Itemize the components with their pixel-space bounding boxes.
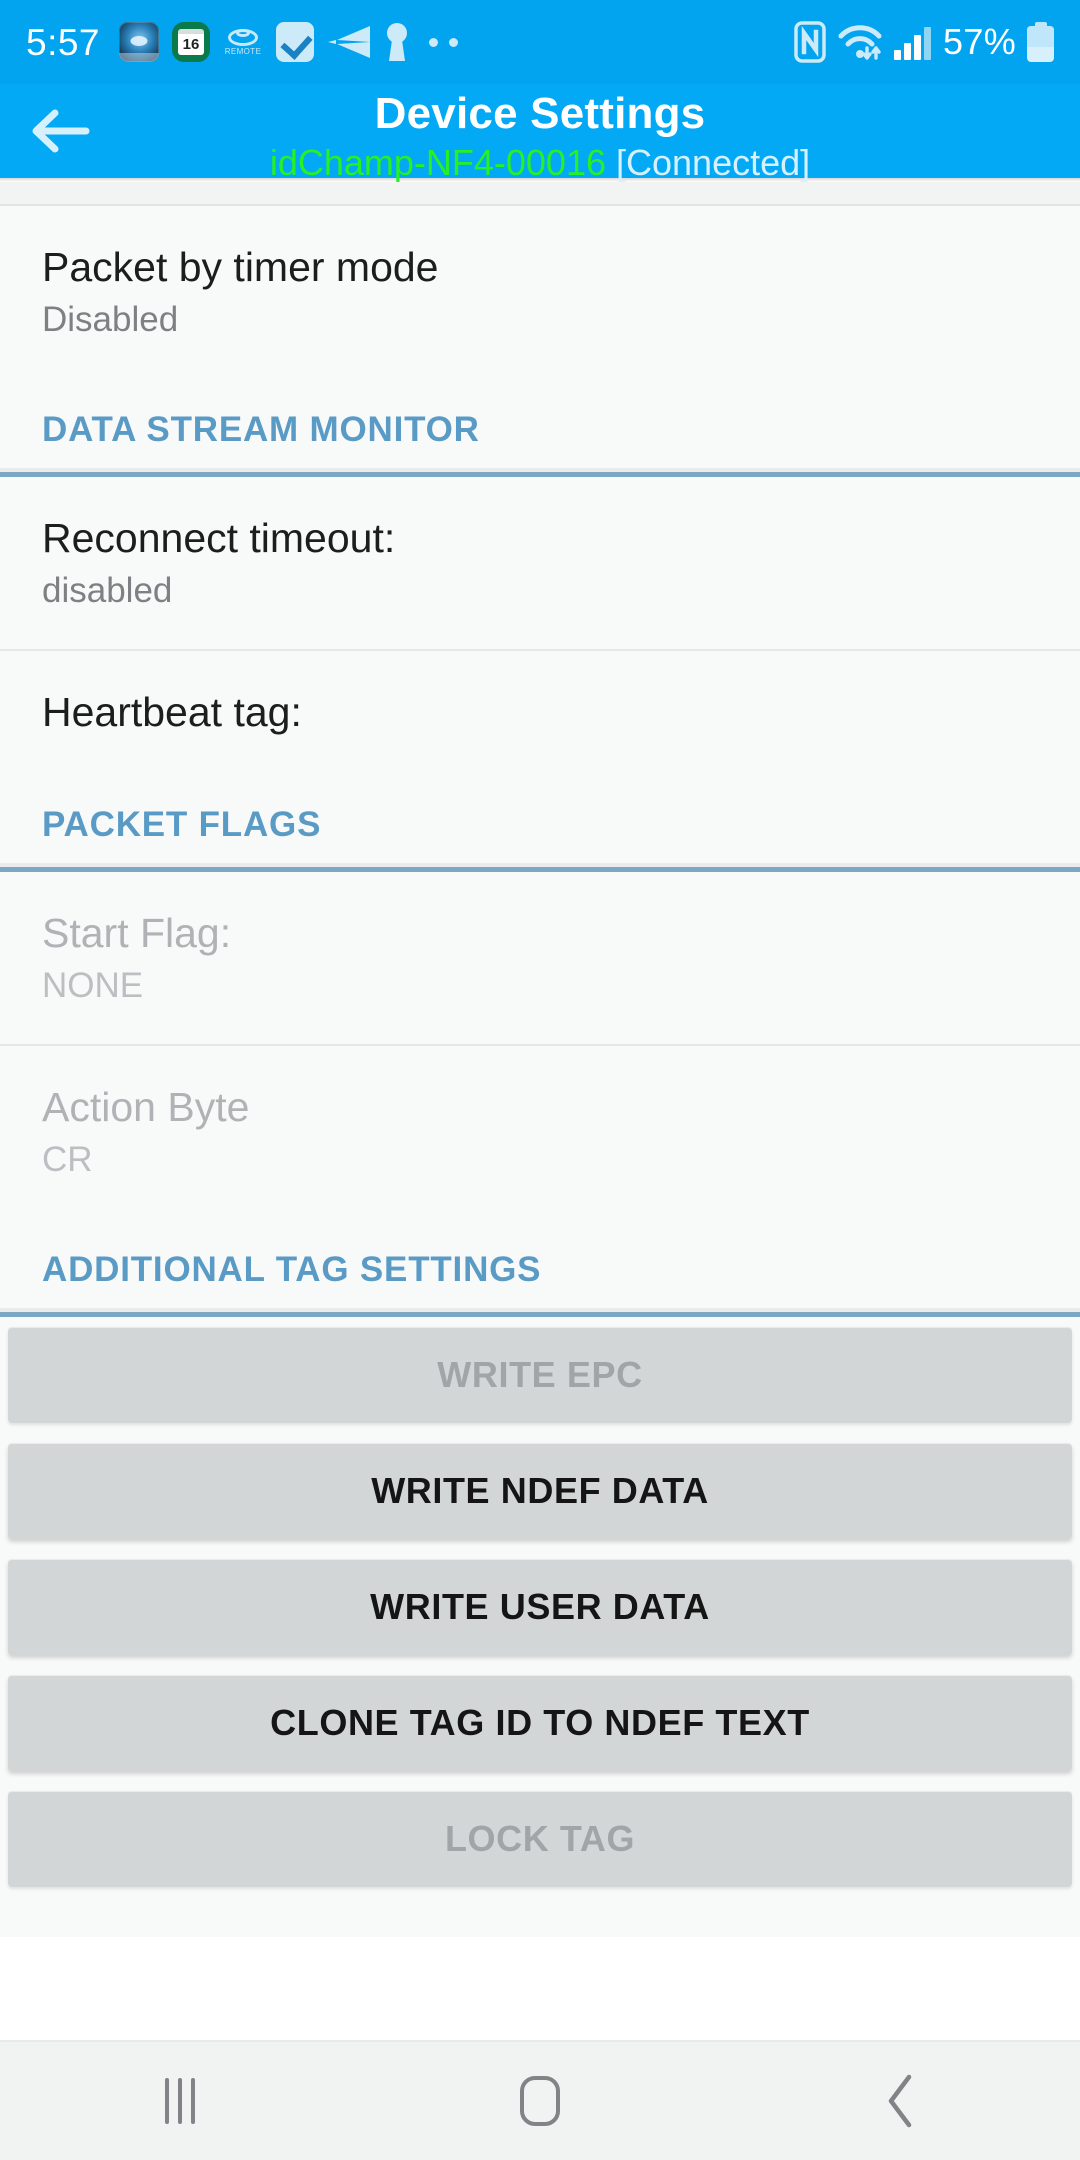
- preference-summary: disabled: [42, 571, 173, 610]
- back-arrow-icon: [28, 108, 90, 154]
- section-header-packet-flags: PACKET FLAGS: [0, 773, 1080, 863]
- clone-tag-id-to-ndef-text-button[interactable]: CLONE TAG ID TO NDEF TEXT: [8, 1675, 1072, 1771]
- home-icon: [520, 2076, 560, 2126]
- toyota-remote-icon: REMOTE: [223, 21, 263, 63]
- calendar-icon: 16: [172, 22, 211, 62]
- preference-title: Reconnect timeout:: [42, 515, 396, 561]
- clone-tag-id-row: CLONE TAG ID TO NDEF TEXT: [0, 1665, 1080, 1781]
- connection-state-label: [Connected]: [616, 142, 811, 183]
- status-bar-left-group: 5:57 16 REMOTE: [26, 21, 463, 63]
- section-divider: [0, 1308, 1080, 1317]
- keyhole-vpn-icon: [384, 22, 410, 62]
- device-name-label: idChamp-NF4-00016: [269, 142, 606, 183]
- paper-plane-icon: [327, 25, 371, 59]
- write-epc-row: WRITE EPC: [0, 1317, 1080, 1433]
- back-button[interactable]: [0, 84, 118, 178]
- battery-fill: [1027, 26, 1054, 47]
- home-button[interactable]: [440, 2042, 640, 2160]
- app-bar-titles: Device Settings idChamp-NF4-00016 [Conne…: [118, 84, 1080, 185]
- preference-packet-by-timer-mode[interactable]: Packet by timer mode Disabled: [0, 206, 1080, 378]
- preference-heartbeat-tag[interactable]: Heartbeat tag:: [0, 651, 1080, 773]
- list-top-strip: [0, 182, 1080, 206]
- status-bar-right-group: 57%: [794, 21, 1054, 63]
- section-label: ADDITIONAL TAG SETTINGS: [42, 1250, 542, 1289]
- toyota-logo-shape: [228, 28, 259, 46]
- back-chevron-icon: [883, 2073, 917, 2129]
- battery-body: [1027, 26, 1054, 62]
- section-header-additional-tag-settings: ADDITIONAL TAG SETTINGS: [0, 1218, 1080, 1308]
- recents-icon: [165, 2078, 195, 2124]
- status-time: 5:57: [26, 21, 101, 63]
- battery-icon: [1027, 22, 1054, 62]
- signal-bar-1: [894, 50, 902, 60]
- preference-reconnect-timeout[interactable]: Reconnect timeout: disabled: [0, 477, 1080, 651]
- recents-button[interactable]: [80, 2042, 280, 2160]
- preference-summary: CR: [42, 1140, 93, 1179]
- preference-action-byte: Action Byte CR: [0, 1046, 1080, 1218]
- app-bar: Device Settings idChamp-NF4-00016 [Conne…: [0, 84, 1080, 183]
- settings-list[interactable]: Packet by timer mode Disabled DATA STREA…: [0, 182, 1080, 1937]
- preference-start-flag: Start Flag: NONE: [0, 872, 1080, 1046]
- write-epc-button[interactable]: WRITE EPC: [8, 1327, 1072, 1423]
- section-label: PACKET FLAGS: [42, 805, 322, 844]
- dot-1: [428, 37, 438, 47]
- section-label: DATA STREAM MONITOR: [42, 410, 480, 449]
- calendar-day-label: 16: [178, 29, 205, 55]
- system-back-button[interactable]: [800, 2042, 1000, 2160]
- wifi-icon: [837, 22, 883, 62]
- nfc-icon: [794, 21, 826, 63]
- status-bar: 5:57 16 REMOTE 57%: [0, 0, 1080, 84]
- preference-summary: NONE: [42, 966, 144, 1005]
- preference-title: Start Flag:: [42, 910, 232, 956]
- remote-label: REMOTE: [224, 46, 262, 56]
- app-bar-subtitle: idChamp-NF4-00016 [Connected]: [118, 141, 962, 185]
- preference-title: Packet by timer mode: [42, 244, 439, 290]
- signal-bar-3: [914, 35, 922, 60]
- page-title: Device Settings: [374, 89, 706, 138]
- more-dots-icon: [423, 36, 463, 48]
- signal-bar-2: [904, 43, 912, 60]
- checkbox-icon: [276, 22, 315, 62]
- signal-bar-4: [924, 27, 932, 60]
- recents-bar-3: [191, 2078, 195, 2124]
- battery-percent-label: 57%: [943, 21, 1016, 62]
- section-divider: [0, 468, 1080, 477]
- lock-tag-row: LOCK TAG: [0, 1781, 1080, 1897]
- lock-tag-button[interactable]: LOCK TAG: [8, 1791, 1072, 1887]
- preference-title: Heartbeat tag:: [42, 689, 302, 735]
- system-navigation-bar: [0, 2040, 1080, 2160]
- recents-bar-1: [165, 2078, 169, 2124]
- write-ndef-data-button[interactable]: WRITE NDEF DATA: [8, 1443, 1072, 1539]
- preference-title: Action Byte: [42, 1084, 250, 1130]
- preference-summary: Disabled: [42, 300, 179, 339]
- section-header-data-stream-monitor: DATA STREAM MONITOR: [0, 378, 1080, 468]
- write-user-data-button[interactable]: WRITE USER DATA: [8, 1559, 1072, 1655]
- signal-bars-icon: [894, 24, 932, 60]
- dot-2: [448, 37, 458, 47]
- write-user-data-row: WRITE USER DATA: [0, 1549, 1080, 1665]
- section-divider: [0, 863, 1080, 872]
- recents-bar-2: [178, 2078, 182, 2124]
- list-bottom-spacer: [0, 1897, 1080, 1937]
- write-ndef-data-row: WRITE NDEF DATA: [0, 1433, 1080, 1549]
- view-app-icon: [119, 22, 160, 62]
